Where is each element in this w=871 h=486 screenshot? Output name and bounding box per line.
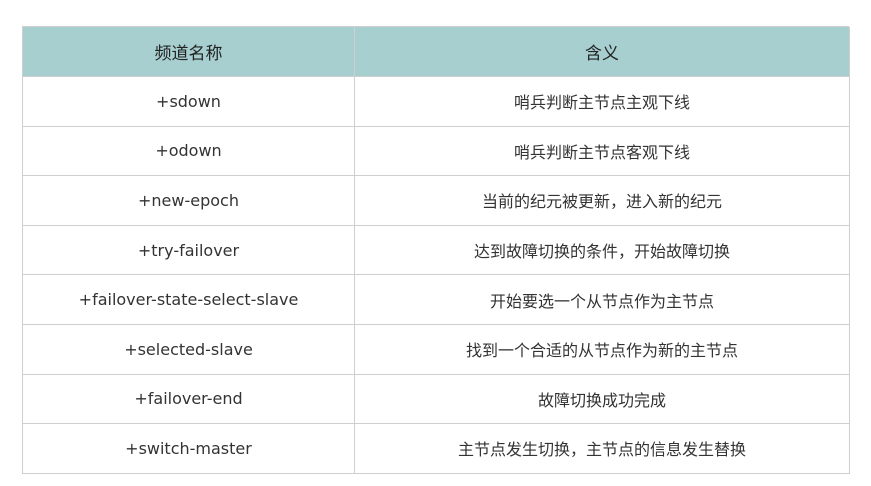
meaning-cell: 达到故障切换的条件，开始故障切换 bbox=[355, 225, 850, 276]
table-row: +failover-state-select-slave 开始要选一个从节点作为… bbox=[23, 275, 850, 325]
channel-name-cell: +sdown bbox=[23, 77, 355, 127]
channel-name-cell: +try-failover bbox=[23, 225, 355, 276]
meaning-cell: 找到一个合适的从节点作为新的主节点 bbox=[355, 324, 850, 375]
table-row: +sdown 哨兵判断主节点主观下线 bbox=[23, 77, 850, 127]
meaning-cell: 故障切换成功完成 bbox=[355, 374, 850, 425]
table-row: +failover-end 故障切换成功完成 bbox=[23, 374, 850, 425]
channel-name-cell: +switch-master bbox=[23, 424, 355, 474]
meaning-cell: 哨兵判断主节点客观下线 bbox=[355, 126, 850, 177]
header-channel-name: 频道名称 bbox=[23, 27, 355, 77]
meaning-cell: 开始要选一个从节点作为主节点 bbox=[355, 275, 850, 325]
meaning-cell: 当前的纪元被更新，进入新的纪元 bbox=[355, 176, 850, 226]
table-row: +selected-slave 找到一个合适的从节点作为新的主节点 bbox=[23, 324, 850, 375]
channel-name-cell: +failover-end bbox=[23, 374, 355, 425]
table-row: +switch-master 主节点发生切换，主节点的信息发生替换 bbox=[23, 424, 850, 474]
table-row: +new-epoch 当前的纪元被更新，进入新的纪元 bbox=[23, 176, 850, 226]
channel-name-cell: +failover-state-select-slave bbox=[23, 275, 355, 325]
channel-name-cell: +new-epoch bbox=[23, 176, 355, 226]
meaning-cell: 主节点发生切换，主节点的信息发生替换 bbox=[355, 424, 850, 474]
table-row: +odown 哨兵判断主节点客观下线 bbox=[23, 126, 850, 177]
table-header-row: 频道名称 含义 bbox=[23, 27, 850, 77]
meaning-cell: 哨兵判断主节点主观下线 bbox=[355, 77, 850, 127]
header-meaning: 含义 bbox=[355, 27, 850, 77]
channel-name-cell: +selected-slave bbox=[23, 324, 355, 375]
channel-table: 频道名称 含义 +sdown 哨兵判断主节点主观下线 +odown 哨兵判断主节… bbox=[22, 26, 850, 474]
table-row: +try-failover 达到故障切换的条件，开始故障切换 bbox=[23, 225, 850, 276]
channel-name-cell: +odown bbox=[23, 126, 355, 177]
